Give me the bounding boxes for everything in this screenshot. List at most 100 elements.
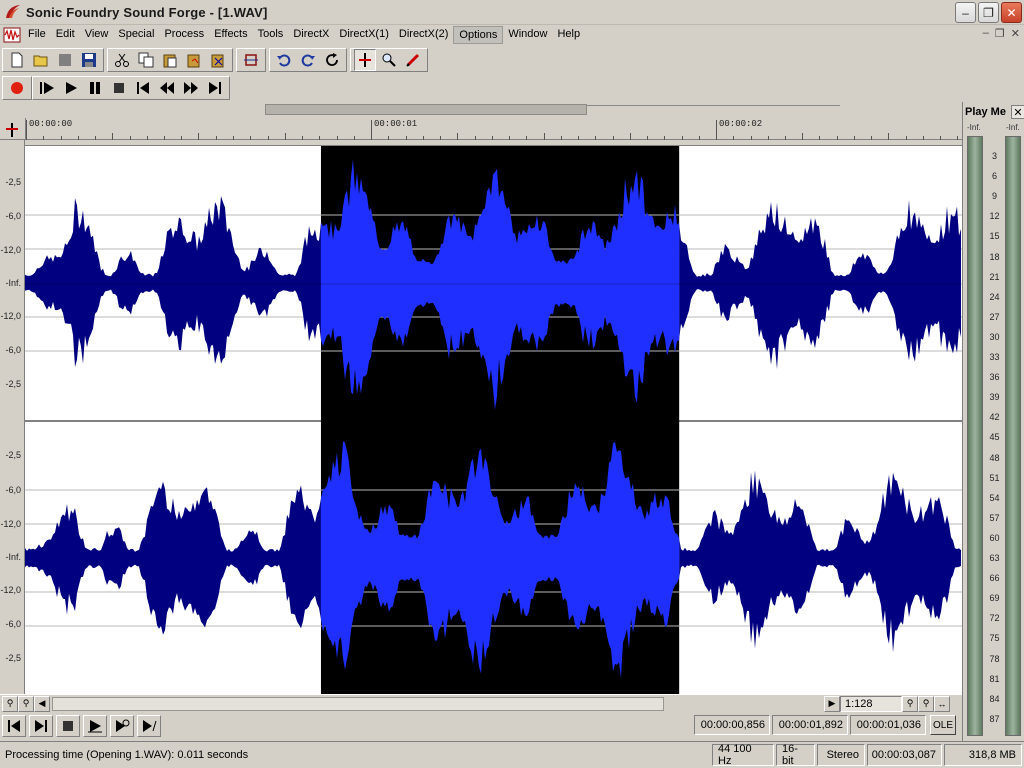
playbar-go-to-end-button[interactable] bbox=[29, 715, 53, 737]
selection-start-time[interactable]: 00:00:00,856 bbox=[694, 715, 770, 735]
meter-right-channel bbox=[1005, 136, 1021, 736]
menu-window[interactable]: Window bbox=[503, 26, 552, 44]
zoom-out-button[interactable]: ⚲ bbox=[2, 695, 18, 712]
stop-icon bbox=[63, 721, 73, 731]
meter-scale-label: 30 bbox=[989, 331, 1000, 342]
ruler-tick bbox=[664, 136, 665, 140]
undo-icon bbox=[277, 54, 291, 67]
meter-scale-label: 3 bbox=[991, 151, 997, 161]
menu-directx-2[interactable]: DirectX(2) bbox=[394, 26, 454, 44]
time-ruler: 00:00:00 00:00:01 00:00:02 bbox=[0, 118, 962, 140]
restore-button[interactable]: ❐ bbox=[978, 2, 999, 23]
pause-button[interactable] bbox=[84, 77, 106, 99]
playbar-go-to-start-button[interactable] bbox=[2, 715, 26, 737]
selection-length-time[interactable]: 00:00:01,036 bbox=[850, 715, 926, 735]
overview-view-thumb[interactable] bbox=[265, 104, 587, 115]
db-scale: -2,5 -6,0 -12,0 -Inf. -12,0 -6,0 -2,5 -2,5 -6,0 -… bbox=[0, 140, 25, 694]
menu-view[interactable]: View bbox=[80, 26, 114, 44]
paste-button[interactable] bbox=[159, 49, 181, 71]
close-icon: ✕ bbox=[1006, 5, 1017, 20]
status-channels[interactable]: Stereo bbox=[817, 744, 865, 766]
menu-directx[interactable]: DirectX bbox=[288, 26, 334, 44]
document-wave-icon[interactable] bbox=[3, 27, 21, 43]
ruler-tick bbox=[457, 133, 458, 140]
ole-drag-button[interactable]: OLE bbox=[930, 715, 956, 735]
stop-button[interactable] bbox=[108, 77, 130, 99]
meter-scale-label: 15 bbox=[989, 231, 1000, 242]
zoom-ratio-field[interactable]: 1:128 bbox=[840, 695, 902, 712]
go-to-start-button[interactable] bbox=[132, 77, 154, 99]
ruler-tick bbox=[802, 133, 803, 140]
meter-scale-label: 9 bbox=[991, 191, 997, 202]
overview-bar[interactable] bbox=[0, 102, 960, 118]
menu-options[interactable]: Options bbox=[453, 26, 504, 44]
close-button[interactable]: ✕ bbox=[1001, 2, 1022, 23]
playbar-play-button[interactable] bbox=[83, 715, 107, 737]
ruler-tick bbox=[388, 136, 389, 140]
status-bit-depth[interactable]: 16-bit bbox=[776, 743, 815, 767]
playbar-stop-button[interactable] bbox=[56, 715, 80, 737]
status-sample-rate[interactable]: 44 100 Hz bbox=[712, 743, 774, 767]
pencil-tool-button[interactable] bbox=[402, 49, 424, 71]
ruler-tick bbox=[682, 136, 683, 140]
meter-scale-label: 81 bbox=[989, 673, 1000, 684]
waveform-area[interactable] bbox=[25, 145, 962, 695]
trim-crop-button[interactable] bbox=[240, 49, 262, 71]
close-file-button[interactable] bbox=[54, 49, 76, 71]
menu-file[interactable]: File bbox=[23, 26, 51, 44]
play-all-button[interactable] bbox=[36, 77, 58, 99]
meter-scale-label: 57 bbox=[989, 512, 1000, 523]
ruler-marker-icon[interactable] bbox=[4, 122, 20, 138]
playbar-play-looped-button[interactable] bbox=[110, 715, 134, 737]
mdi-close-icon[interactable]: ✕ bbox=[1011, 27, 1020, 40]
menu-special[interactable]: Special bbox=[113, 26, 159, 44]
ruler-tick bbox=[475, 136, 476, 140]
zoom-out-icon: ⚲ bbox=[6, 698, 14, 708]
cut-button[interactable] bbox=[111, 49, 133, 71]
open-button[interactable] bbox=[30, 49, 52, 71]
redo-button[interactable] bbox=[297, 49, 319, 71]
zoom-stepper-button[interactable]: ↔ bbox=[934, 695, 950, 712]
ruler-tick bbox=[819, 136, 820, 140]
horizontal-scrollbar[interactable] bbox=[52, 696, 664, 711]
paste-crossfade-button[interactable] bbox=[207, 49, 229, 71]
ruler-track[interactable]: 00:00:00 00:00:01 00:00:02 bbox=[25, 118, 962, 140]
menu-edit[interactable]: Edit bbox=[51, 26, 80, 44]
meter-scale-label: 48 bbox=[989, 452, 1000, 463]
copy-button[interactable] bbox=[135, 49, 157, 71]
ruler-label: 00:00:01 bbox=[374, 119, 418, 129]
selection-end-time[interactable]: 00:00:01,892 bbox=[772, 715, 848, 735]
menu-process[interactable]: Process bbox=[159, 26, 209, 44]
scroll-left-button[interactable]: ◀ bbox=[34, 695, 50, 712]
play-button[interactable] bbox=[60, 77, 82, 99]
close-file-icon bbox=[59, 54, 71, 66]
menu-effects[interactable]: Effects bbox=[209, 26, 252, 44]
menu-directx-1[interactable]: DirectX(1) bbox=[334, 26, 394, 44]
edit-tool-button[interactable] bbox=[354, 49, 376, 71]
mdi-restore-icon[interactable]: ❐ bbox=[995, 27, 1005, 40]
new-button[interactable] bbox=[6, 49, 28, 71]
mdi-minimize-icon[interactable]: – bbox=[983, 27, 989, 40]
ruler-tick bbox=[751, 136, 752, 140]
zoom-level-in-button[interactable]: ⚲ bbox=[918, 695, 934, 712]
repeat-button[interactable] bbox=[321, 49, 343, 71]
trim-crop-icon bbox=[244, 54, 258, 66]
record-button[interactable] bbox=[6, 77, 28, 99]
menu-help[interactable]: Help bbox=[552, 26, 585, 44]
scroll-right-button[interactable]: ▶ bbox=[824, 695, 840, 712]
minimize-button[interactable]: – bbox=[955, 2, 976, 23]
zoom-level-out-button[interactable]: ⚲ bbox=[902, 695, 918, 712]
status-length: 00:00:03,087 bbox=[867, 744, 942, 766]
zoom-in-button[interactable]: ⚲ bbox=[18, 695, 34, 712]
forward-button[interactable] bbox=[180, 77, 202, 99]
playbar-play-preroll-button[interactable] bbox=[137, 715, 161, 737]
save-button[interactable] bbox=[78, 49, 100, 71]
rewind-button[interactable] bbox=[156, 77, 178, 99]
menu-tools[interactable]: Tools bbox=[253, 26, 289, 44]
undo-button[interactable] bbox=[273, 49, 295, 71]
magnify-tool-button[interactable] bbox=[378, 49, 400, 71]
play-meter-close-button[interactable]: ✕ bbox=[1011, 105, 1024, 119]
go-to-end-button[interactable] bbox=[204, 77, 226, 99]
waveform-svg[interactable] bbox=[25, 146, 962, 695]
paste-mix-button[interactable] bbox=[183, 49, 205, 71]
